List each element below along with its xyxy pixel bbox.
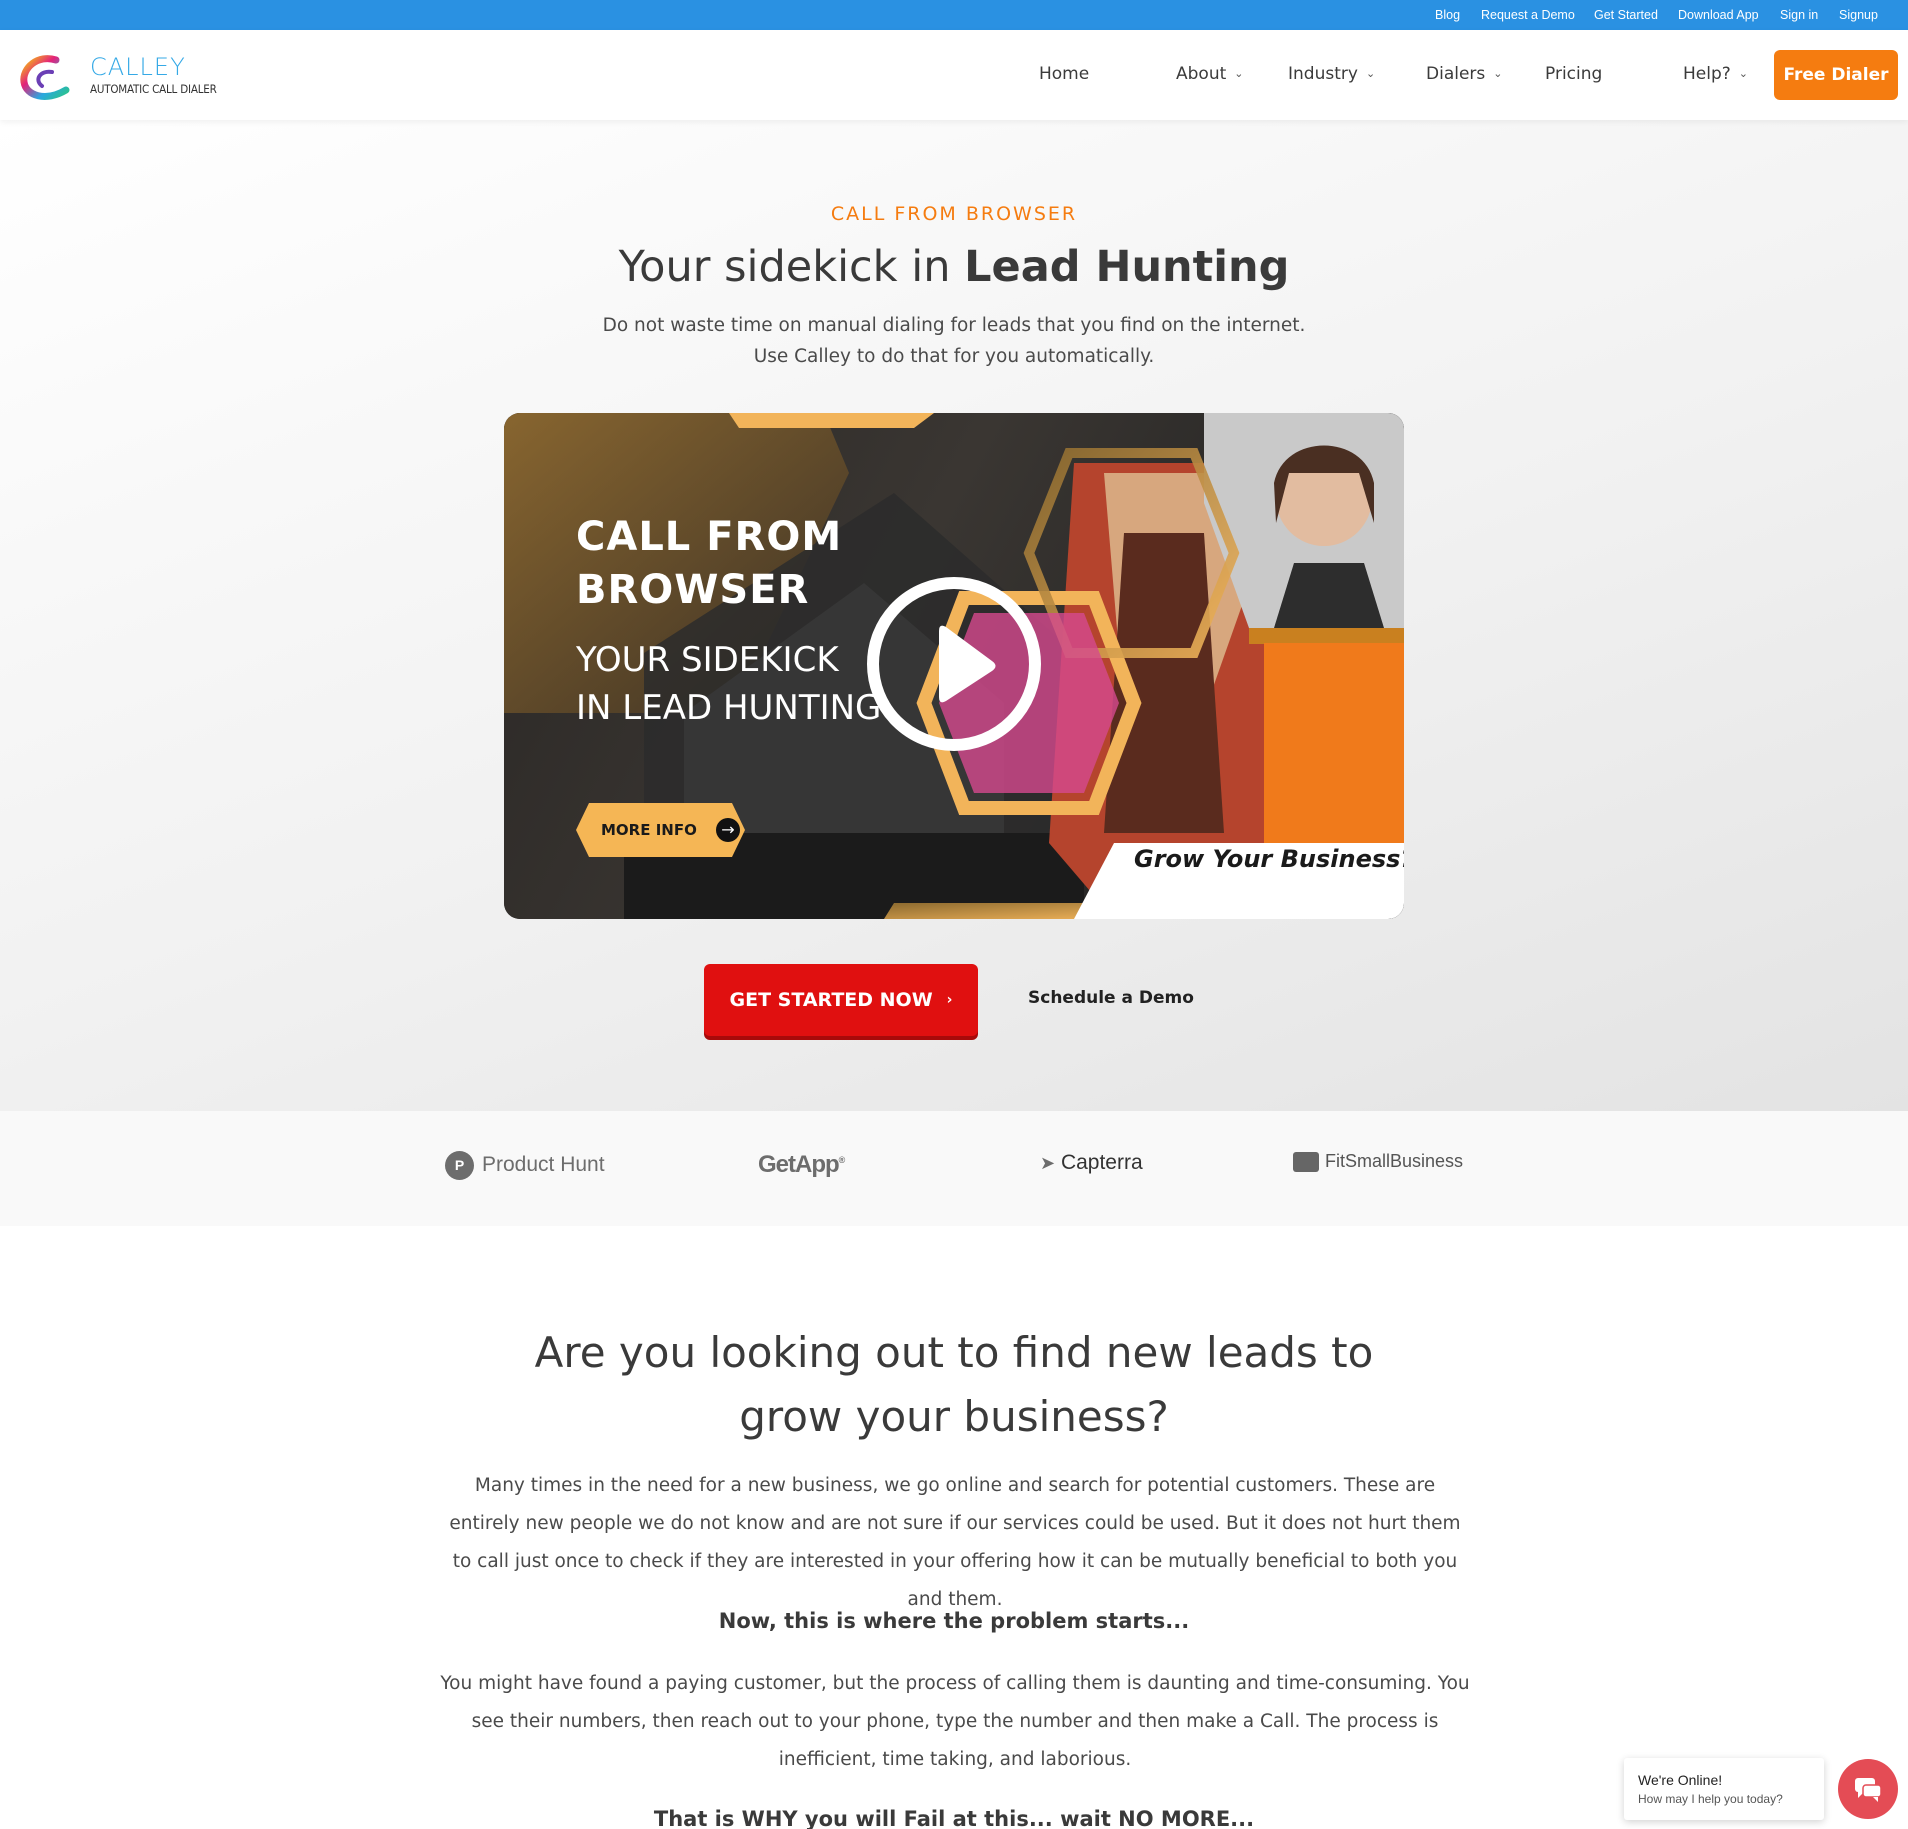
hero-section: CALL FROM BROWSER Your sidekick in Lead … (0, 120, 1908, 1111)
chat-launcher-button[interactable] (1838, 1759, 1898, 1819)
hero-video-thumbnail[interactable]: CALL FROM BROWSER YOUR SIDEKICK IN LEAD … (504, 413, 1404, 919)
chat-prompt: How may I help you today? (1638, 1792, 1783, 1806)
topbar-link-request-demo[interactable]: Request a Demo (1481, 8, 1575, 22)
topbar-link-download-app[interactable]: Download App (1678, 8, 1759, 22)
review-logos-strip: P Product Hunt GetApp® ➤ Capterra FitSmal… (0, 1111, 1908, 1226)
topbar-link-signup[interactable]: Signup (1839, 8, 1878, 22)
play-button[interactable] (867, 577, 1041, 751)
section-title: Are you looking out to find new leads to… (534, 1328, 1374, 1441)
play-icon (939, 625, 996, 703)
chevron-down-icon: ⌄ (1493, 67, 1503, 80)
nav-home[interactable]: Home (1039, 64, 1089, 84)
video-title: CALL FROM BROWSER (576, 514, 843, 613)
site-logo[interactable]: CALLEY AUTOMATIC CALL DIALER (18, 50, 238, 106)
nav-pricing[interactable]: Pricing (1545, 64, 1602, 84)
logo-product-hunt[interactable]: P Product Hunt (445, 1151, 605, 1180)
nav-dialers[interactable]: Dialers ⌄ (1426, 64, 1502, 84)
logo-name: CALLEY (90, 53, 186, 81)
chevron-down-icon: ⌄ (1365, 67, 1376, 80)
chat-status: We're Online! (1638, 1772, 1723, 1788)
product-hunt-icon: P (445, 1151, 474, 1180)
logo-getapp[interactable]: GetApp® (758, 1151, 845, 1179)
chat-icon (1855, 1778, 1882, 1802)
logo-fitsmallbusiness[interactable]: FitSmallBusiness (1293, 1151, 1463, 1173)
topbar-link-blog[interactable]: Blog (1435, 8, 1460, 22)
logo-tagline: AUTOMATIC CALL DIALER (90, 82, 217, 96)
problem-paragraph: You might have found a paying customer, … (440, 1673, 1470, 1770)
capterra-icon: ➤ (1040, 1153, 1056, 1173)
chat-bubble[interactable]: We're Online! How may I help you today? (1624, 1758, 1824, 1820)
nav-help[interactable]: Help? ⌄ (1683, 64, 1748, 84)
site-header: CALLEY AUTOMATIC CALL DIALER Home About ⌄… (0, 30, 1908, 120)
topbar-link-sign-in[interactable]: Sign in (1780, 8, 1818, 22)
logo-capterra[interactable]: ➤ Capterra (1040, 1151, 1143, 1175)
nav-about[interactable]: About ⌄ (1176, 64, 1243, 84)
top-utility-bar: Blog Request a Demo Get Started Download… (0, 0, 1908, 30)
arrow-right-icon: → (716, 818, 740, 842)
why-heading: That is WHY you will Fail at this... wai… (653, 1807, 1255, 1829)
hero-subtitle: Do not waste time on manual dialing for … (602, 315, 1306, 367)
video-tagline: Grow Your Business? (1134, 845, 1404, 873)
intro-paragraph: Many times in the need for a new busines… (449, 1475, 1461, 1610)
nav-industry[interactable]: Industry ⌄ (1288, 64, 1375, 84)
get-started-button[interactable]: GET STARTED NOW › (704, 964, 978, 1036)
hero-eyebrow: CALL FROM BROWSER (830, 203, 1078, 225)
calley-logo-icon (20, 55, 70, 100)
topbar-link-get-started[interactable]: Get Started (1594, 8, 1658, 22)
hero-title: Your sidekick in Lead Hunting (618, 242, 1290, 292)
chevron-down-icon: ⌄ (1234, 67, 1244, 80)
briefcase-icon (1293, 1152, 1319, 1173)
schedule-demo-link[interactable]: Schedule a Demo (1028, 988, 1194, 1008)
free-dialer-button[interactable]: Free Dialer (1774, 50, 1898, 100)
problem-heading: Now, this is where the problem starts... (718, 1609, 1190, 1633)
chevron-right-icon: › (946, 992, 953, 1008)
chevron-down-icon: ⌄ (1738, 67, 1748, 80)
video-more-info[interactable]: MORE INFO → (576, 803, 744, 857)
video-subtitle: YOUR SIDEKICK IN LEAD HUNTING (576, 640, 882, 728)
